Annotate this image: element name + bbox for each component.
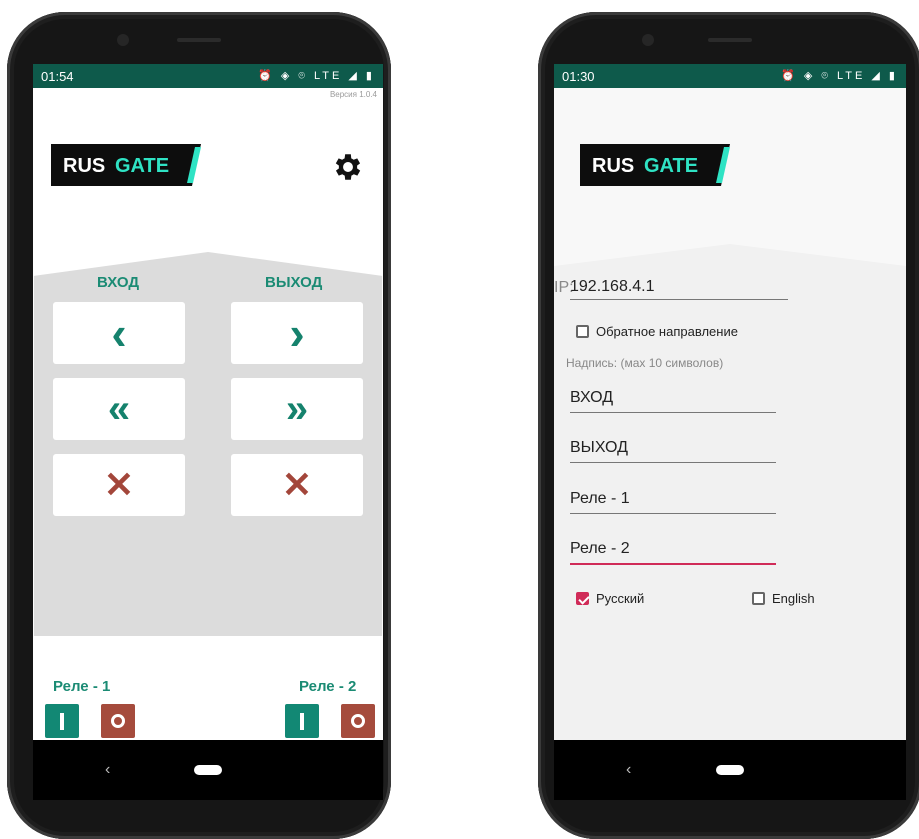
status-bar: 01:30 ⏰ ◈ ⌾ LTE ◢ ▮ xyxy=(554,64,906,88)
relay2-on-button[interactable] xyxy=(285,704,319,738)
close-icon: ✕ xyxy=(103,464,135,505)
caption-hint: Надпись: (мах 10 символов) xyxy=(566,356,724,370)
language-english-checkbox[interactable]: English xyxy=(752,591,815,606)
relay1-label: Реле - 1 xyxy=(53,678,111,695)
settings-gear-icon[interactable] xyxy=(331,150,365,184)
logo-text-rus: RUS xyxy=(592,155,634,177)
relay1-on-button[interactable] xyxy=(45,704,79,738)
relay2-caption-input[interactable] xyxy=(570,540,776,565)
logo-text-gate: GATE xyxy=(115,155,169,177)
exit-caption-input[interactable] xyxy=(570,439,776,463)
power-on-icon xyxy=(300,712,304,730)
app-version: Версия 1.0.4 xyxy=(329,90,377,99)
home-button[interactable] xyxy=(716,765,744,775)
relay1-off-button[interactable] xyxy=(101,704,135,738)
front-camera xyxy=(642,34,654,46)
entry-open-once-button[interactable]: ‹ xyxy=(53,302,185,364)
double-chevron-right-icon: » xyxy=(285,387,309,431)
navigation-bar: ‹ xyxy=(33,740,383,800)
entry-label: ВХОД xyxy=(97,274,140,291)
rusgate-logo: RUS GATE xyxy=(580,144,730,186)
left-phone-frame: 01:54 ⏰ ◈ ⌾ LTE ◢ ▮ Версия 1.0.4 RUS GAT… xyxy=(7,12,391,839)
entry-close-button[interactable]: ✕ xyxy=(53,454,185,516)
exit-open-once-button[interactable]: › xyxy=(231,302,363,364)
back-icon[interactable]: ‹ xyxy=(626,761,631,779)
relay2-label: Реле - 2 xyxy=(299,678,357,695)
relay1-caption-input[interactable] xyxy=(570,490,776,514)
checkbox-checked-icon xyxy=(576,592,589,605)
chevron-right-icon: › xyxy=(289,307,305,359)
home-button[interactable] xyxy=(194,765,222,775)
exit-label: ВЫХОД xyxy=(265,274,323,291)
language-english-label: English xyxy=(772,591,815,606)
language-russian-checkbox[interactable]: Русский xyxy=(576,591,644,606)
right-phone-frame: 01:30 ⏰ ◈ ⌾ LTE ◢ ▮ RUS GATE IP: Обратно… xyxy=(538,12,919,839)
front-camera xyxy=(117,34,129,46)
entry-caption-input[interactable] xyxy=(570,389,776,413)
ip-address-input[interactable] xyxy=(570,276,788,300)
navigation-bar: ‹ xyxy=(554,740,906,800)
chevron-left-icon: ‹ xyxy=(111,307,127,359)
checkbox-unchecked-icon xyxy=(752,592,765,605)
rusgate-logo: RUS GATE xyxy=(51,144,201,186)
status-icons: ⏰ ◈ ⌾ LTE ◢ ▮ xyxy=(258,70,375,82)
power-on-icon xyxy=(60,712,64,730)
back-icon[interactable]: ‹ xyxy=(105,761,110,779)
relay2-off-button[interactable] xyxy=(341,704,375,738)
reverse-direction-checkbox[interactable]: Обратное направление xyxy=(576,324,738,339)
exit-close-button[interactable]: ✕ xyxy=(231,454,363,516)
earpiece-speaker xyxy=(708,38,752,42)
status-time: 01:54 xyxy=(41,68,74,84)
language-russian-label: Русский xyxy=(596,591,645,606)
earpiece-speaker xyxy=(177,38,221,42)
status-icons: ⏰ ◈ ⌾ LTE ◢ ▮ xyxy=(781,70,898,82)
checkbox-unchecked-icon xyxy=(576,325,589,338)
right-phone-screen: 01:30 ⏰ ◈ ⌾ LTE ◢ ▮ RUS GATE IP: Обратно… xyxy=(554,64,906,740)
power-off-icon xyxy=(351,714,365,728)
power-off-icon xyxy=(111,714,125,728)
status-time: 01:30 xyxy=(562,68,595,84)
exit-open-permanent-button[interactable]: » xyxy=(231,378,363,440)
close-icon: ✕ xyxy=(281,464,313,505)
entry-open-permanent-button[interactable]: « xyxy=(53,378,185,440)
status-bar: 01:54 ⏰ ◈ ⌾ LTE ◢ ▮ xyxy=(33,64,383,88)
double-chevron-left-icon: « xyxy=(107,387,131,431)
left-phone-screen: 01:54 ⏰ ◈ ⌾ LTE ◢ ▮ Версия 1.0.4 RUS GAT… xyxy=(33,64,383,740)
reverse-direction-label: Обратное направление xyxy=(596,324,738,339)
logo-text-gate: GATE xyxy=(644,155,698,177)
logo-text-rus: RUS xyxy=(63,155,105,177)
